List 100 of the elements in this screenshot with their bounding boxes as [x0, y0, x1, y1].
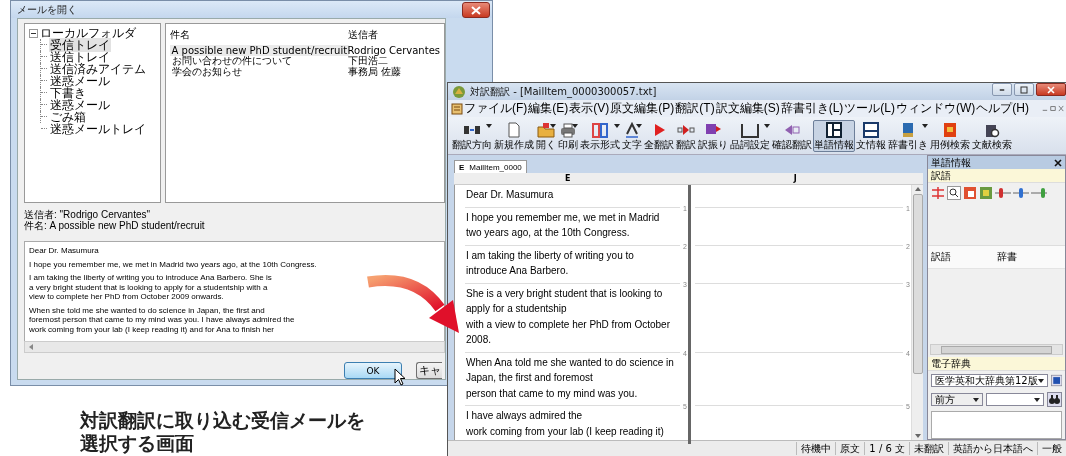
toolbar-button[interactable]: 印刷	[557, 120, 579, 152]
toolbar-button[interactable]: 新規作成	[493, 120, 535, 152]
document-icon[interactable]	[451, 102, 463, 115]
cancel-button[interactable]: キャ	[416, 362, 442, 379]
folder-icon	[537, 122, 555, 138]
caret-icon[interactable]	[764, 124, 770, 128]
caret-icon[interactable]	[550, 124, 556, 128]
toolbar-button[interactable]: 翻訳方向	[451, 120, 493, 152]
tree-item[interactable]: 受信トレイ	[49, 38, 111, 52]
toolbar-button[interactable]: 訳振り	[697, 120, 729, 152]
toolbar-button[interactable]: 翻訳	[675, 120, 697, 152]
tree-item[interactable]: 送信済みアイテム	[49, 62, 147, 76]
menu-item[interactable]: 翻訳(T)	[675, 100, 715, 117]
slider-icon[interactable]	[1013, 186, 1029, 200]
search-field[interactable]	[986, 393, 1044, 406]
search-icon[interactable]	[947, 186, 961, 200]
caret-icon[interactable]	[486, 124, 492, 128]
menu-item[interactable]: ファイル(F)	[464, 100, 528, 117]
menu-item[interactable]: 表示(V)	[569, 100, 610, 117]
column-header[interactable]: 訳語	[931, 250, 997, 264]
picture-icon[interactable]	[979, 186, 993, 200]
column-header[interactable]: 送信者	[347, 30, 378, 41]
message-subject[interactable]: お問い合わせの件について	[169, 55, 294, 66]
document-tab[interactable]: E MailItem_0000	[454, 160, 527, 173]
horizontal-scrollbar[interactable]	[930, 344, 1063, 355]
arrow-left-icon	[783, 122, 801, 138]
source-text: She is a very bright student that is looking to	[466, 286, 664, 301]
toolbar-button[interactable]: 確認翻訳	[771, 120, 813, 152]
toolbar-button[interactable]: 表示形式	[579, 120, 621, 152]
source-text: person that came to my mind was you.	[466, 386, 639, 401]
dictionary-select[interactable]: 医学英和大辞典第12版	[931, 374, 1048, 387]
close-button[interactable]	[1036, 83, 1066, 96]
search-mode-select[interactable]: 前方	[931, 393, 983, 406]
tree-item[interactable]: 送信トレイ	[49, 50, 111, 64]
body-text: I am taking the liberty of writing you to introduce Ana Barbero. She is	[29, 273, 273, 283]
menu-item[interactable]: 編集(E)	[528, 100, 569, 117]
menu-item[interactable]: ウィンドウ(W)	[896, 100, 976, 117]
menu-item[interactable]: 訳文編集(S)	[715, 100, 780, 117]
bracket-icon	[741, 122, 759, 138]
message-sender[interactable]: 事務局 佐藤	[347, 66, 401, 77]
toolbar-button[interactable]: 用例検索	[929, 120, 971, 152]
column-header[interactable]: 辞書	[996, 250, 1062, 264]
column-header[interactable]: 件名	[169, 30, 348, 41]
menu-item[interactable]: 原文編集(P)	[610, 100, 675, 117]
tree-item[interactable]: ローカルフォルダ	[40, 27, 136, 39]
tree-item[interactable]: ごみ箱	[49, 110, 87, 124]
panel-layout-icon	[825, 122, 843, 138]
minimize-button[interactable]	[992, 83, 1012, 96]
caret-icon[interactable]	[922, 124, 928, 128]
source-text: two years ago, at the 10th Congress.	[466, 226, 631, 240]
body-text: work coming from your lab (I keep reading it) and for Ana to finish her	[29, 324, 275, 334]
toolbar-button[interactable]: 文情報	[855, 120, 887, 152]
split-icon[interactable]	[931, 186, 945, 200]
scroll-thumb[interactable]	[912, 194, 923, 374]
collapse-icon[interactable]	[29, 28, 38, 38]
caret-icon[interactable]	[636, 124, 642, 128]
message-sender[interactable]: Rodrigo Cervantes	[347, 45, 440, 56]
menu-item[interactable]: ヘルプ(H)	[976, 100, 1029, 117]
dictionary-icon[interactable]	[1050, 373, 1062, 388]
menu-item[interactable]: ツール(L)	[844, 100, 895, 117]
scroll-down-icon[interactable]	[914, 434, 921, 438]
menu-item[interactable]: 辞書引き(L)	[780, 100, 844, 117]
caret-icon[interactable]	[614, 124, 620, 128]
section-label: 訳語	[928, 169, 1065, 183]
tree-item[interactable]: 迷惑メール	[49, 98, 111, 112]
toolbar-button[interactable]: 開く	[535, 120, 557, 152]
slider-icon[interactable]	[1031, 186, 1047, 200]
tree-item[interactable]: 迷惑メール	[49, 74, 111, 88]
slider-icon[interactable]	[995, 186, 1011, 200]
toolbar-button[interactable]: 辞書引き	[887, 120, 929, 152]
binoculars-icon[interactable]	[1047, 392, 1062, 407]
message-sender[interactable]: 下田浩二	[347, 56, 388, 67]
window-icon	[862, 122, 880, 138]
message-subject[interactable]: 学会のお知らせ	[169, 65, 244, 77]
toolbar-button[interactable]: 文字	[621, 120, 643, 152]
tree-item[interactable]: 下書き	[49, 86, 87, 100]
toolbar-button[interactable]: 全翻訳	[643, 120, 675, 152]
tree-item[interactable]: 迷惑メールトレイ	[49, 122, 147, 136]
source-text: I have always admired the	[466, 409, 584, 423]
body-text: view to complete her PhD from October 2009 onwards.	[29, 292, 225, 302]
horizontal-scrollbar[interactable]	[24, 341, 445, 353]
ok-button[interactable]: OK	[344, 362, 402, 379]
header-info: 件名: A possible new PhD student/recruit	[24, 220, 206, 231]
close-icon[interactable]	[1054, 158, 1062, 167]
toolbar-button[interactable]: 品詞設定	[729, 120, 771, 152]
source-text: I hope you remember me, we met in Madrid	[466, 210, 661, 225]
toolbar-button[interactable]: 単語情報	[813, 120, 855, 152]
close-button[interactable]	[462, 2, 490, 18]
caret-icon[interactable]	[572, 124, 578, 128]
maximize-button[interactable]	[1014, 83, 1034, 96]
scroll-left-icon[interactable]	[29, 344, 34, 350]
scroll-up-icon[interactable]	[914, 187, 921, 191]
header-info: 送信者: "Rodrigo Cervantes"	[24, 209, 151, 220]
toolbar-button[interactable]: 文献検索	[971, 120, 1013, 152]
source-text: 2008.	[466, 333, 493, 347]
maximize-icon	[1020, 85, 1028, 94]
vertical-scrollbar[interactable]	[911, 185, 923, 440]
window-controls-icon[interactable]	[1042, 105, 1064, 112]
caption-text: 選択する画面	[80, 432, 195, 455]
palette-icon[interactable]	[963, 186, 977, 200]
